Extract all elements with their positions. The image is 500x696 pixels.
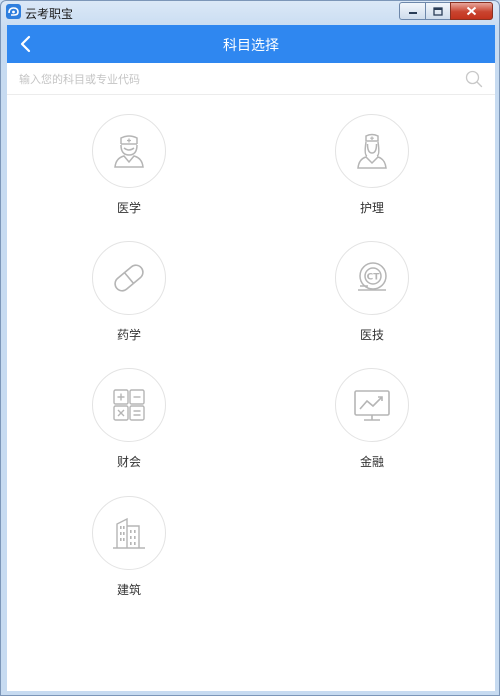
category-label: 护理	[359, 201, 384, 215]
app-content: 科目选择 医学	[7, 25, 495, 691]
close-icon	[466, 6, 477, 16]
maximize-button[interactable]	[425, 2, 450, 20]
close-button[interactable]	[450, 2, 493, 20]
minimize-icon	[408, 12, 417, 14]
category-label: 药学	[116, 328, 141, 342]
pill-icon	[114, 264, 144, 292]
category-icon-circle	[92, 241, 166, 315]
search-input[interactable]	[19, 69, 449, 89]
chart-monitor-icon	[354, 390, 390, 421]
category-medicine[interactable]: 医学	[79, 114, 179, 216]
ct-scan-icon: CT	[358, 262, 387, 291]
building-icon	[113, 517, 145, 549]
category-nursing[interactable]: 护理	[322, 114, 422, 216]
category-icon-circle	[92, 496, 166, 570]
category-icon-circle	[92, 368, 166, 442]
app-logo-icon	[6, 4, 21, 19]
doctor-icon	[114, 135, 144, 168]
category-label: 医技	[359, 328, 384, 342]
category-pharmacy[interactable]: 药学	[79, 241, 179, 343]
page-title: 科目选择	[223, 38, 279, 54]
svg-text:CT: CT	[367, 273, 381, 283]
title-bar[interactable]: 云考职宝	[1, 1, 499, 25]
category-label: 金融	[359, 455, 384, 469]
category-construction[interactable]: 建筑	[79, 496, 179, 598]
category-label: 医学	[116, 201, 141, 215]
category-icon-circle: CT	[335, 241, 409, 315]
window-title: 云考职宝	[25, 7, 74, 21]
category-icon-circle	[335, 114, 409, 188]
category-accounting[interactable]: 财会	[79, 368, 179, 470]
category-icon-circle	[92, 114, 166, 188]
category-icon-circle	[335, 368, 409, 442]
search-bar	[7, 63, 495, 95]
nurse-icon	[357, 133, 387, 169]
category-label: 财会	[116, 455, 141, 469]
app-window: 云考职宝 科目选择 输入您的科目或专业代码 医学 护理 药学 CT 医技 财会 …	[0, 0, 500, 696]
window-controls	[399, 2, 493, 20]
maximize-icon	[433, 6, 443, 16]
top-nav-bar: 科目选择	[7, 25, 495, 63]
category-finance[interactable]: 金融	[322, 368, 422, 470]
minimize-button[interactable]	[399, 2, 425, 20]
category-medical-tech[interactable]: CT 医技	[322, 241, 422, 343]
search-icon[interactable]	[465, 70, 483, 88]
category-label: 建筑	[116, 583, 141, 597]
calculator-icon	[113, 389, 145, 421]
